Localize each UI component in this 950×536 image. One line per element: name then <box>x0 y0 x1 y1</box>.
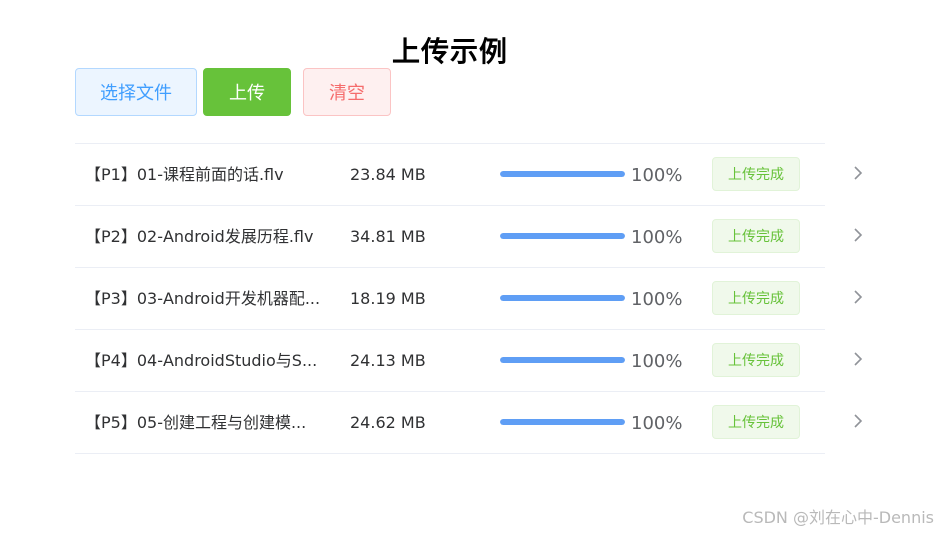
progress-fill <box>500 357 625 363</box>
file-row: 【P2】02-Android发展历程.flv 34.81 MB 100% 上传完… <box>75 206 863 268</box>
file-name: 【P2】02-Android发展历程.flv <box>85 227 314 246</box>
progress-text: 100% <box>631 413 683 434</box>
chevron-right-icon[interactable] <box>850 227 866 243</box>
file-name: 【P4】04-AndroidStudio与S... <box>85 351 318 370</box>
file-name: 【P3】03-Android开发机器配... <box>85 289 321 308</box>
file-size: 34.81 MB <box>350 227 426 246</box>
file-name: 【P1】01-课程前面的话.flv <box>85 165 284 184</box>
status-badge: 上传完成 <box>712 157 800 191</box>
file-name: 【P5】05-创建工程与创建模... <box>85 413 307 432</box>
chevron-right-icon[interactable] <box>850 413 866 429</box>
progress-text: 100% <box>631 227 683 248</box>
progress-bar <box>500 233 625 239</box>
select-file-button[interactable]: 选择文件 <box>75 68 197 116</box>
progress-bar <box>500 357 625 363</box>
watermark: CSDN @刘在心中-Dennis <box>742 508 934 527</box>
status-badge: 上传完成 <box>712 405 800 439</box>
file-row: 【P1】01-课程前面的话.flv 23.84 MB 100% 上传完成 <box>75 144 863 206</box>
status-badge: 上传完成 <box>712 343 800 377</box>
progress-fill <box>500 419 625 425</box>
file-row: 【P3】03-Android开发机器配... 18.19 MB 100% 上传完… <box>75 268 863 330</box>
file-row: 【P5】05-创建工程与创建模... 24.62 MB 100% 上传完成 <box>75 392 863 454</box>
file-size: 18.19 MB <box>350 289 426 308</box>
progress-bar <box>500 419 625 425</box>
file-row: 【P4】04-AndroidStudio与S... 24.13 MB 100% … <box>75 330 863 392</box>
upload-button[interactable]: 上传 <box>203 68 291 116</box>
progress-bar <box>500 171 625 177</box>
file-size: 23.84 MB <box>350 165 426 184</box>
page: 上传示例 选择文件 上传 清空 【P1】01-课程前面的话.flv 23.84 … <box>0 0 950 536</box>
chevron-right-icon[interactable] <box>850 165 866 181</box>
file-size: 24.62 MB <box>350 413 426 432</box>
progress-text: 100% <box>631 351 683 372</box>
chevron-right-icon[interactable] <box>850 351 866 367</box>
page-title: 上传示例 <box>391 35 508 68</box>
file-size: 24.13 MB <box>350 351 426 370</box>
progress-text: 100% <box>631 165 683 186</box>
progress-fill <box>500 171 625 177</box>
status-badge: 上传完成 <box>712 219 800 253</box>
progress-bar <box>500 295 625 301</box>
progress-text: 100% <box>631 289 683 310</box>
progress-fill <box>500 295 625 301</box>
chevron-right-icon[interactable] <box>850 289 866 305</box>
status-badge: 上传完成 <box>712 281 800 315</box>
file-list: 【P1】01-课程前面的话.flv 23.84 MB 100% 上传完成 【P2… <box>75 143 863 454</box>
clear-button[interactable]: 清空 <box>303 68 391 116</box>
progress-fill <box>500 233 625 239</box>
